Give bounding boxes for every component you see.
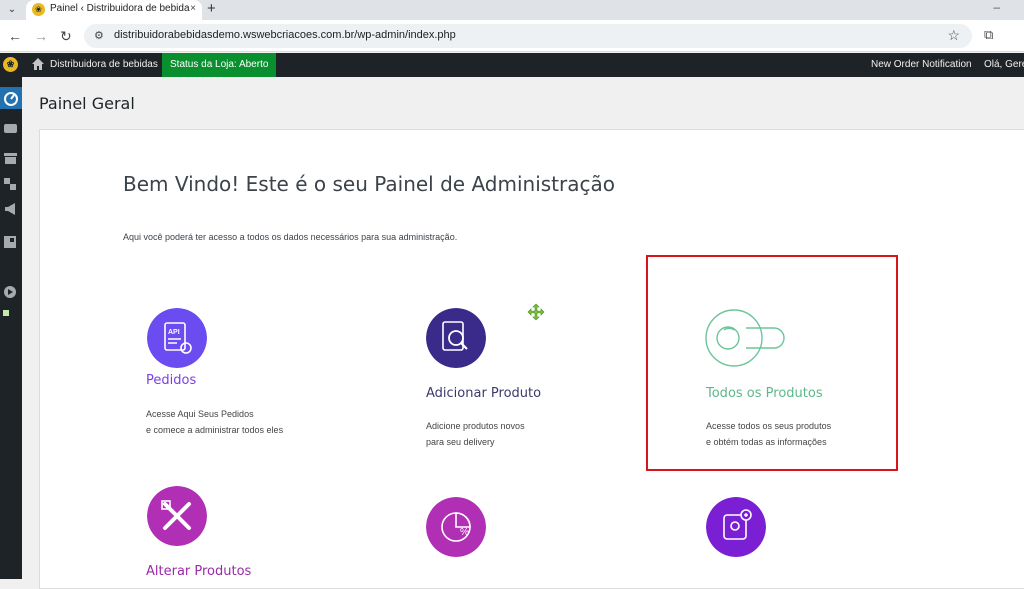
card-title[interactable]: Alterar Produtos <box>146 564 251 579</box>
forward-icon[interactable]: → <box>34 27 48 45</box>
svg-text:%: % <box>460 527 469 538</box>
url-text: distribuidorabebidasdemo.wswebcriacoes.c… <box>114 29 456 41</box>
site-logo-icon[interactable]: ❀ <box>3 57 18 72</box>
svg-text:API: API <box>168 329 180 336</box>
api-document-icon[interactable]: API <box>147 308 207 368</box>
card-desc-line: para seu delivery <box>426 437 495 447</box>
status-indicator <box>3 310 9 316</box>
dashboard-icon[interactable] <box>0 87 22 109</box>
admin-sidebar <box>0 77 22 579</box>
card-desc-line: Acesse Aqui Seus Pedidos <box>146 409 254 419</box>
tools-icon[interactable] <box>147 486 207 546</box>
user-greeting[interactable]: Olá, Gere <box>984 59 1024 70</box>
reload-icon[interactable]: ↻ <box>60 27 72 45</box>
tab-title: Painel ‹ Distribuidora de bebidas <box>50 3 190 14</box>
highlight-annotation-box <box>646 255 898 471</box>
document-search-icon[interactable] <box>426 308 486 368</box>
favicon-icon: ❀ <box>32 3 45 16</box>
back-icon[interactable]: ← <box>8 27 22 45</box>
extensions-icon[interactable]: ⧉ <box>984 27 993 43</box>
archive-icon[interactable] <box>3 151 18 165</box>
page-title: Painel Geral <box>39 94 135 113</box>
megaphone-icon[interactable] <box>3 202 18 216</box>
browser-tab-bar: ⌄ ❀ Painel ‹ Distribuidora de bebidas × … <box>0 0 1024 20</box>
tab-search-icon[interactable]: ⌄ <box>4 2 20 18</box>
blocks-icon[interactable] <box>3 235 18 249</box>
move-cursor-icon <box>527 303 545 321</box>
store-status-badge[interactable]: Status da Loja: Aberto <box>162 53 277 77</box>
browser-tab[interactable]: ❀ Painel ‹ Distribuidora de bebidas × <box>26 0 202 20</box>
wp-admin-bar: ❀ Distribuidora de bebidas Status da Loj… <box>0 53 1024 77</box>
woocommerce-icon[interactable] <box>3 122 18 136</box>
url-input[interactable]: ⚙ distribuidorabebidasdemo.wswebcriacoes… <box>84 24 972 48</box>
home-icon[interactable] <box>31 57 45 71</box>
percent-chart-icon[interactable]: % <box>426 497 486 557</box>
new-tab-icon[interactable]: + <box>207 0 216 18</box>
card-desc-line: e comece a administrar todos eles <box>146 425 284 435</box>
card-description: Adicione produtos novos para seu deliver… <box>426 418 525 450</box>
site-name-link[interactable]: Distribuidora de bebidas <box>50 59 158 70</box>
address-bar: ← → ↻ ⚙ distribuidorabebidasdemo.wswebcr… <box>0 20 1024 52</box>
welcome-subtitle: Aqui você poderá ter acesso a todos os d… <box>123 232 458 242</box>
bookmark-star-icon[interactable]: ☆ <box>947 27 960 44</box>
welcome-title: Bem Vindo! Este é o seu Painel de Admini… <box>123 172 615 196</box>
card-title[interactable]: Pedidos <box>146 373 196 388</box>
play-icon[interactable] <box>3 285 18 299</box>
order-notification-link[interactable]: New Order Notification <box>871 59 972 70</box>
card-desc-line: Adicione produtos novos <box>426 421 525 431</box>
card-description: Acesse Aqui Seus Pedidos e comece a admi… <box>146 406 283 438</box>
card-title[interactable]: Adicionar Produto <box>426 386 541 401</box>
user-add-icon[interactable] <box>706 497 766 557</box>
products-icon[interactable] <box>3 177 18 191</box>
minimize-icon[interactable]: – <box>993 0 1000 14</box>
close-tab-icon[interactable]: × <box>190 3 196 14</box>
site-info-icon[interactable]: ⚙ <box>94 29 104 42</box>
